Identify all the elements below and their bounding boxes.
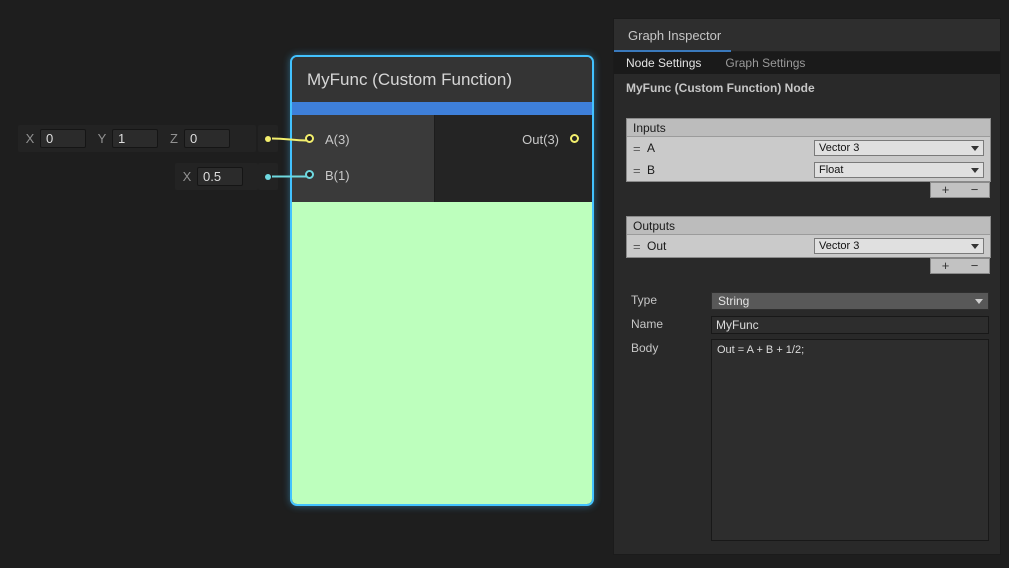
float-x-field[interactable]: 0.5	[197, 167, 243, 186]
input-b-name[interactable]: B	[647, 163, 814, 177]
vector3-input-widget: X 0 Y 1 Z 0	[18, 125, 256, 152]
node-accent-bar	[292, 102, 592, 115]
inputs-row-b[interactable]: = B Float	[627, 159, 990, 181]
vector3-z-field[interactable]: 0	[184, 129, 230, 148]
vector3-y-field[interactable]: 1	[112, 129, 158, 148]
node-title[interactable]: MyFunc (Custom Function)	[292, 57, 592, 102]
outputs-row-out[interactable]: = Out Vector 3	[627, 235, 990, 257]
name-field[interactable]	[711, 316, 989, 334]
outputs-list-header: Outputs	[627, 217, 990, 235]
port-a-label: A(3)	[325, 130, 350, 150]
add-output-button[interactable]: +	[942, 259, 950, 273]
custom-function-node[interactable]: MyFunc (Custom Function) A(3) B(1) Out(3…	[290, 55, 594, 506]
remove-output-button[interactable]: −	[971, 259, 979, 273]
vector3-x-label: X	[24, 131, 36, 146]
inspector-title-underline	[614, 50, 731, 52]
node-port-section: A(3) B(1) Out(3)	[292, 115, 592, 202]
float-connector[interactable]	[258, 163, 278, 190]
add-input-button[interactable]: +	[942, 183, 950, 197]
body-label: Body	[631, 341, 658, 355]
float-connector-dot-icon	[265, 174, 271, 180]
node-input-port-panel	[292, 115, 435, 202]
dropdown-arrow-icon	[975, 299, 983, 304]
type-dropdown[interactable]: String	[711, 292, 989, 310]
body-field[interactable]: Out = A + B + 1/2;	[711, 339, 989, 541]
input-a-name[interactable]: A	[647, 141, 814, 155]
remove-input-button[interactable]: −	[971, 183, 979, 197]
drag-handle-icon[interactable]: =	[633, 141, 647, 156]
outputs-list: Outputs = Out Vector 3 + −	[626, 216, 991, 258]
port-b-label: B(1)	[325, 166, 350, 186]
outputs-list-footer: + −	[930, 258, 990, 274]
inspector-titlebar: Graph Inspector	[614, 19, 1000, 52]
dropdown-arrow-icon	[971, 168, 979, 173]
input-a-type-dropdown[interactable]: Vector 3	[814, 140, 984, 156]
float-x-label: X	[181, 169, 193, 184]
port-out-label: Out(3)	[522, 130, 559, 150]
vector3-connector-dot-icon	[265, 136, 271, 142]
name-label: Name	[631, 317, 663, 331]
dropdown-arrow-icon	[971, 146, 979, 151]
node-preview	[292, 202, 592, 506]
input-a-type-value: Vector 3	[819, 142, 859, 154]
inputs-list-header: Inputs	[627, 119, 990, 137]
vector3-z-label: Z	[168, 131, 180, 146]
vector3-y-label: Y	[96, 131, 108, 146]
input-b-type-dropdown[interactable]: Float	[814, 162, 984, 178]
port-b-icon[interactable]	[305, 170, 314, 179]
type-dropdown-value: String	[718, 294, 749, 308]
type-label: Type	[631, 293, 657, 307]
vector3-connector[interactable]	[258, 125, 278, 152]
tab-graph-settings[interactable]: Graph Settings	[713, 52, 817, 74]
input-b-type-value: Float	[819, 164, 843, 176]
port-a-icon[interactable]	[305, 134, 314, 143]
output-out-name[interactable]: Out	[647, 239, 814, 253]
drag-handle-icon[interactable]: =	[633, 239, 647, 254]
output-out-type-value: Vector 3	[819, 240, 859, 252]
drag-handle-icon[interactable]: =	[633, 163, 647, 178]
tab-node-settings[interactable]: Node Settings	[614, 52, 713, 74]
inputs-list-footer: + −	[930, 182, 990, 198]
graph-inspector-panel: Graph Inspector Node Settings Graph Sett…	[613, 18, 1001, 555]
float-input-widget: X 0.5	[175, 163, 258, 190]
inputs-list: Inputs = A Vector 3 = B Float + −	[626, 118, 991, 182]
inspector-title: Graph Inspector	[628, 28, 721, 43]
inspector-tab-bar: Node Settings Graph Settings	[614, 52, 1000, 74]
node-settings-heading: MyFunc (Custom Function) Node	[626, 81, 815, 95]
port-out-icon[interactable]	[570, 134, 579, 143]
inputs-row-a[interactable]: = A Vector 3	[627, 137, 990, 159]
vector3-x-field[interactable]: 0	[40, 129, 86, 148]
output-out-type-dropdown[interactable]: Vector 3	[814, 238, 984, 254]
dropdown-arrow-icon	[971, 244, 979, 249]
